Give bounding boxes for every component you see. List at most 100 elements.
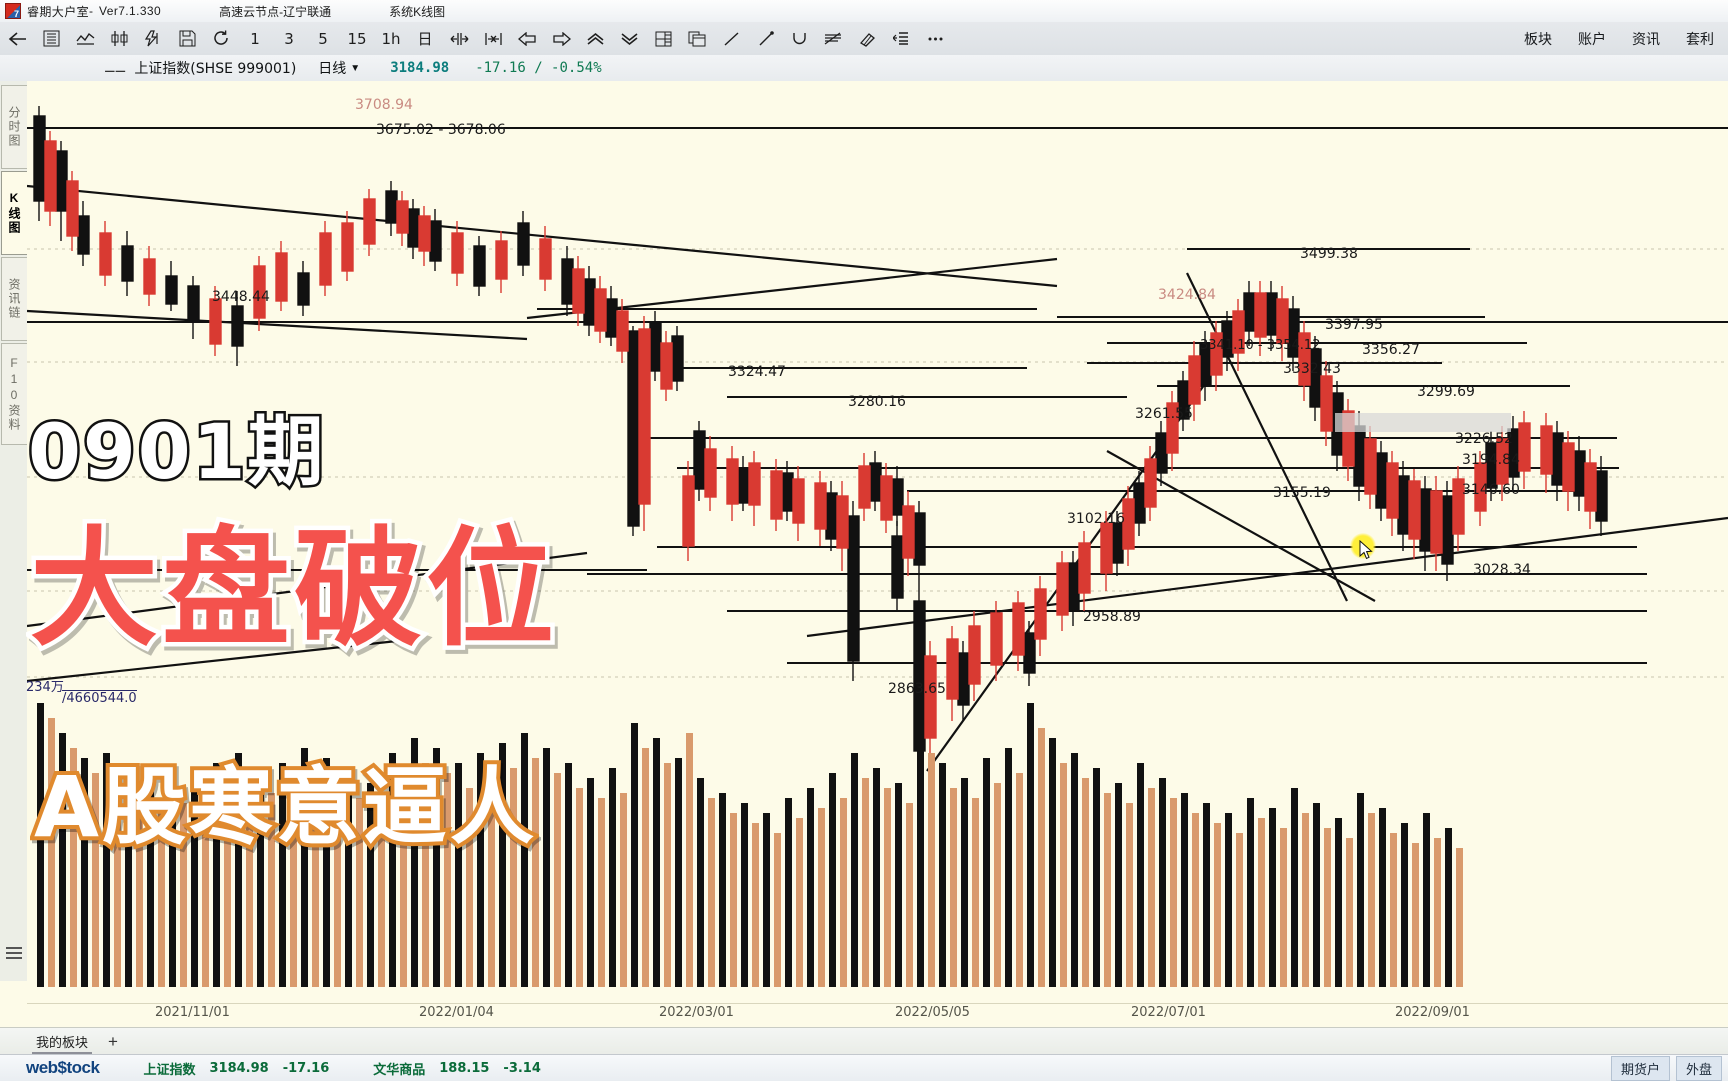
date-tick: 2022/07/01 [1131,1005,1206,1020]
futures-account-button[interactable]: 期货户 [1610,1055,1670,1081]
split-window-icon[interactable] [646,24,680,54]
sidebar-item-label: 资讯链 [7,278,21,320]
period-selector[interactable]: 日线 [318,58,346,78]
chevron-down-icon[interactable]: ▼ [350,63,360,74]
main-toolbar: 1 3 5 15 1h 日 板块 账户 资讯 套利 [0,22,1728,56]
ray-line-icon[interactable] [748,24,782,54]
date-tick: 2022/09/01 [1395,1005,1470,1020]
plus-icon[interactable]: + [108,1032,118,1052]
hamburger-icon[interactable] [6,947,22,959]
back-arrow-icon[interactable] [0,24,34,54]
candle-compare-icon[interactable] [102,24,136,54]
menu-account[interactable]: 账户 [1578,29,1606,49]
board-tab-bar: 我的板块 + [0,1027,1728,1055]
app-logo-icon [5,3,21,19]
app-version: Ver7.1.330 [99,4,162,18]
title-separator: - [89,4,94,18]
period-5-button[interactable]: 5 [306,24,340,54]
shift-right-icon[interactable] [544,24,578,54]
episode-overlay-text: 0901期 [26,405,327,499]
price-label: 3397.95 [1325,317,1383,333]
status-index-change-2: -3.14 [503,1060,541,1076]
refresh-icon[interactable] [204,24,238,54]
app-title: 睿期大户室 [27,4,90,19]
sidebar-item-kline[interactable]: K线图 [1,171,27,255]
toolbar-menu-group: 板块 账户 资讯 套利 [1524,29,1728,49]
server-node-label[interactable]: 高速云节点-辽宁联通 [219,3,331,20]
date-tick: 2022/05/05 [895,1005,970,1020]
price-label: 3708.94 [355,97,413,113]
tab-my-board[interactable]: 我的板块 [32,1030,93,1054]
save-icon[interactable] [170,24,204,54]
collapse-horizontal-icon[interactable] [476,24,510,54]
title-bar: 睿期大户室 - Ver7.1.330 高速云节点-辽宁联通 系统K线图 [0,0,1728,23]
period-3-button[interactable]: 3 [272,24,306,54]
trendline-icon[interactable] [714,24,748,54]
sidebar-item-f10[interactable]: F10资料 [1,343,27,445]
symbol-quote-bar: ⚊⚊ 上证指数(SHSE 999001) 日线 ▼ 3184.98 -17.16… [0,55,1728,82]
status-index-name-1: 上证指数 [143,1062,196,1078]
left-rail: 分时图 K线图 资讯链 F10资料 [0,81,28,981]
eraser-icon[interactable] [850,24,884,54]
period-1-button[interactable]: 1 [238,24,272,54]
shift-left-icon[interactable] [510,24,544,54]
view-mode-label[interactable]: 系统K线图 [389,3,445,20]
list-view-icon[interactable] [34,24,68,54]
period-1h-button[interactable]: 1h [374,24,408,54]
date-tick: 2022/03/01 [659,1005,734,1020]
price-label: 3146.60 [1462,482,1520,498]
foreign-market-button[interactable]: 外盘 [1675,1055,1722,1081]
price-label: 3675.02 - 3678.06 [376,122,506,138]
price-label: 3341.10 - 3354.12 [1200,338,1321,353]
menu-arbitrage[interactable]: 套利 [1686,29,1714,49]
sidebar-item-label: F10资料 [7,356,21,432]
status-index-value-1: 3184.98 [209,1060,269,1076]
price-label: 3324.47 [728,364,786,380]
align-icon[interactable] [884,24,918,54]
headline-overlay-text: 大盘破位 [25,511,559,669]
status-index-change-1: -17.16 [282,1060,330,1076]
price-label: 3155.19 [1273,485,1331,501]
sidebar-item-intraday[interactable]: 分时图 [1,85,27,169]
arc-tool-icon[interactable] [782,24,816,54]
price-label: 3332.43 [1283,361,1341,377]
status-index-value-2: 188.15 [439,1060,490,1076]
price-label: 3356.27 [1362,342,1420,358]
menu-news[interactable]: 资讯 [1632,29,1660,49]
last-price: 3184.98 [390,60,450,76]
price-label: 3448.44 [212,289,270,305]
sidebar-item-label: 分时图 [7,106,21,148]
date-tick: 2022/01/04 [419,1005,494,1020]
menu-sector[interactable]: 板块 [1524,29,1552,49]
subheadline-overlay-text: A股寒意逼人 [30,754,538,860]
period-day-button[interactable]: 日 [408,24,442,54]
more-icon[interactable] [918,24,952,54]
chevron-down-icon[interactable] [612,24,646,54]
mouse-pointer-icon [1350,533,1376,560]
price-label: 3226.52 [1455,431,1513,447]
price-label: 3028.34 [1473,562,1531,578]
link-icon[interactable]: ⚊⚊ [104,60,126,76]
price-label: 3280.16 [848,394,906,410]
price-label: 2958.89 [1083,609,1141,625]
highlight-band [1335,413,1511,432]
date-tick: 2021/11/01 [155,1005,230,1020]
fib-fan-icon[interactable] [816,24,850,54]
symbol-label[interactable]: 上证指数(SHSE 999001) [134,58,296,78]
price-change: -17.16 / -0.54% [475,60,602,76]
price-label: 3299.69 [1417,384,1475,400]
price-label: 3261.55 [1135,406,1193,422]
sidebar-item-newschain[interactable]: 资讯链 [1,257,27,341]
price-label: 3424.84 [1158,287,1216,303]
multi-window-icon[interactable] [680,24,714,54]
price-label: 3194.84 [1462,452,1520,468]
lightning-icon[interactable] [136,24,170,54]
trading-terminal-window: 睿期大户室 - Ver7.1.330 高速云节点-辽宁联通 系统K线图 1 3 … [0,0,1728,1081]
status-index-name-2: 文华商品 [373,1062,426,1078]
expand-horizontal-icon[interactable] [442,24,476,54]
date-axis: 2021/11/01 2022/01/04 2022/03/01 2022/05… [27,1003,1728,1026]
line-chart-icon[interactable] [68,24,102,54]
period-15-button[interactable]: 15 [340,24,374,54]
sidebar-item-label: K线图 [7,191,21,235]
chevron-up-icon[interactable] [578,24,612,54]
